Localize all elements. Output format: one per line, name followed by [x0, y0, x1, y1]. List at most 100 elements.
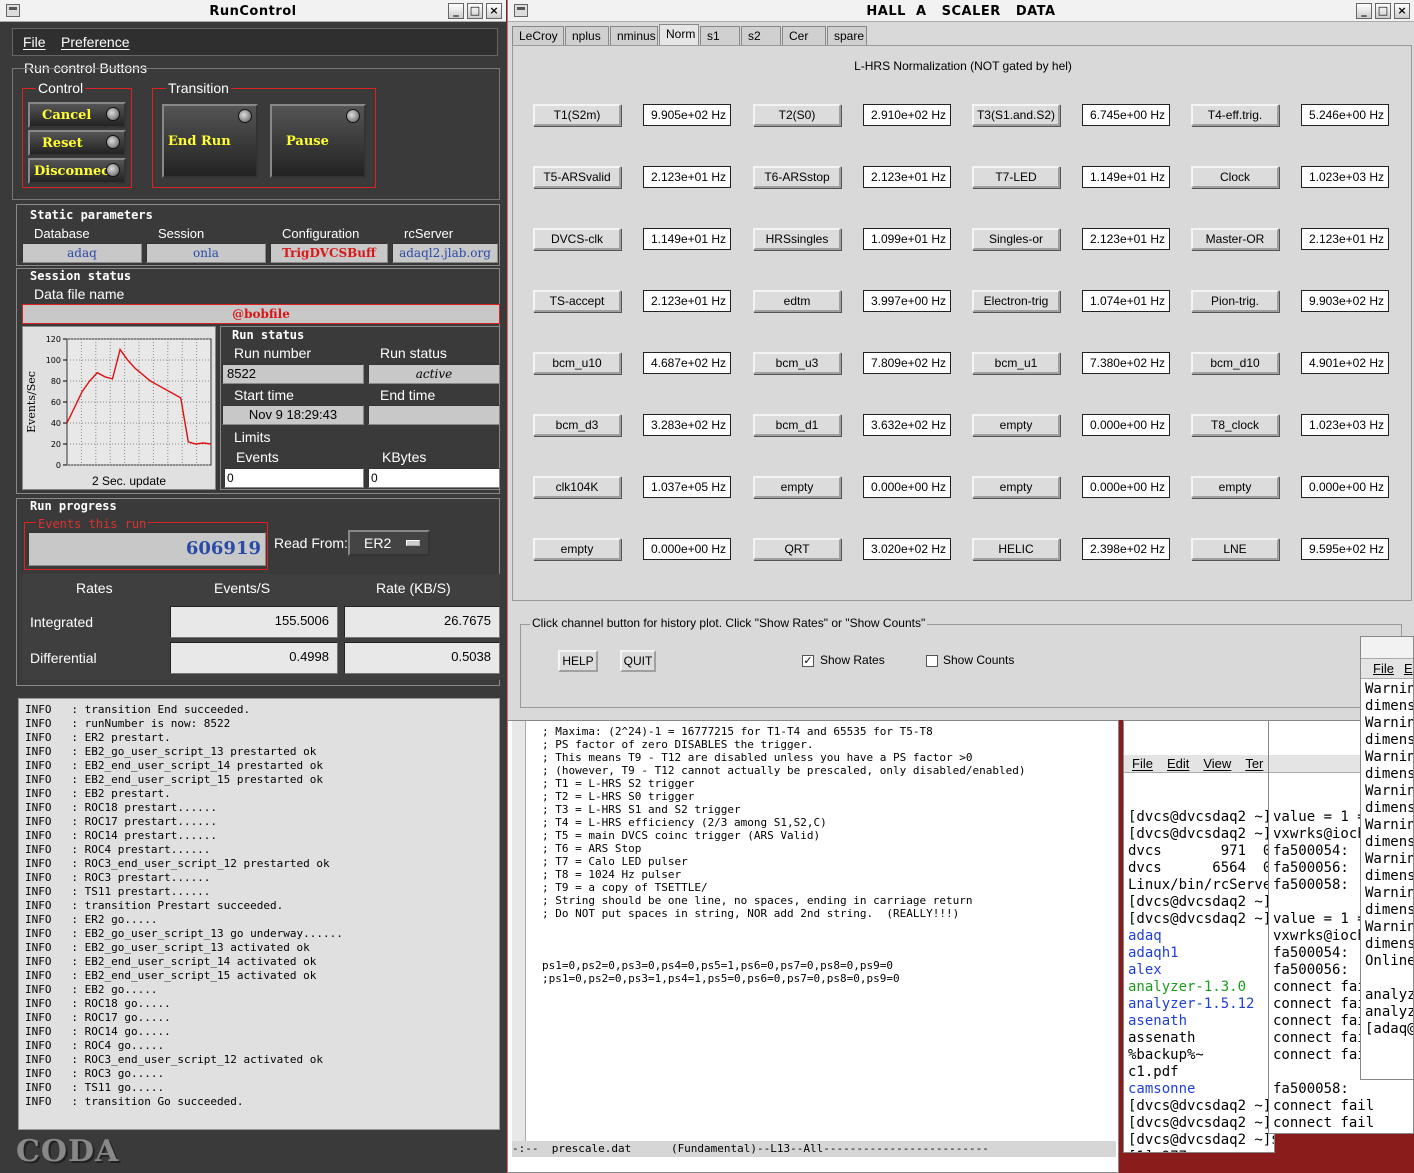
channel-button[interactable]: T4-eff.trig. [1191, 104, 1279, 126]
channel-button[interactable]: DVCS-clk [533, 228, 621, 250]
tab-s2[interactable]: s2 [741, 26, 781, 45]
start-time-value: Nov 9 18:29:43 [222, 405, 364, 425]
tab-cer[interactable]: Cer [782, 26, 826, 45]
channel-rate-value: 3.283e+02 Hz [643, 414, 731, 436]
tab-spare[interactable]: spare [827, 26, 867, 45]
close-icon[interactable]: × [486, 3, 502, 19]
log-line: INFO : EB2_go_user_script_13 go underway… [25, 927, 343, 940]
channel-button[interactable]: bcm_u10 [533, 352, 621, 374]
y-tick-label: 60 [51, 398, 61, 407]
editor-scrollbar[interactable] [512, 721, 526, 1141]
channel-button[interactable]: T2(S0) [753, 104, 841, 126]
show-rates-checkbox[interactable]: ✓ [802, 655, 814, 667]
minimize-icon[interactable]: _ [1356, 3, 1372, 19]
tab-lecroy[interactable]: LeCroy [512, 26, 564, 45]
maximize-icon[interactable]: □ [467, 3, 483, 19]
channel-button[interactable]: bcm_d3 [533, 414, 621, 436]
terminal-menu-item[interactable]: Edit [1167, 756, 1189, 771]
terminal-3-titlebar[interactable] [1361, 637, 1413, 659]
channel-button[interactable]: bcm_d1 [753, 414, 841, 436]
cancel-button[interactable]: Cancel [28, 102, 126, 128]
rcserver-label: rcServer [404, 226, 454, 241]
quit-button[interactable]: QUIT [620, 650, 656, 672]
channel-button[interactable]: bcm_d10 [1191, 352, 1279, 374]
terminal-line: dvcs 6564 0 [1128, 860, 1272, 876]
channel-button[interactable]: T1(S2m) [533, 104, 621, 126]
channel-button[interactable]: edtm [753, 290, 841, 312]
channel-button[interactable]: empty [972, 476, 1060, 498]
channel-button[interactable]: QRT [753, 538, 841, 560]
end-run-button[interactable]: End Run [162, 104, 258, 178]
events-per-sec-header: Events/S [214, 580, 271, 596]
events-limit-input[interactable]: 0 [224, 468, 364, 488]
channel-button[interactable]: empty [533, 538, 621, 560]
tab-nplus[interactable]: nplus [565, 26, 609, 45]
channel-button[interactable]: empty [972, 414, 1060, 436]
terminal-line: [dvcs@dvcsdaq2 ~]$ [1128, 911, 1275, 927]
channel-button[interactable]: Pion-trig. [1191, 290, 1279, 312]
read-from-select[interactable]: ER2 [348, 530, 430, 556]
help-button[interactable]: HELP [558, 650, 598, 672]
tab-norm[interactable]: Norm [659, 24, 699, 45]
show-counts-checkbox[interactable] [926, 655, 938, 667]
channel-button[interactable]: T7-LED [972, 166, 1060, 188]
limits-label: Limits [234, 429, 271, 445]
channel-button[interactable]: T6-ARSstop [753, 166, 841, 188]
terminal-menu-item[interactable]: Ter [1245, 756, 1263, 771]
channel-button[interactable]: T5-ARSvalid [533, 166, 621, 188]
disconnect-button[interactable]: Disconnect [28, 158, 126, 184]
terminal-window-1[interactable]: File Edit View Ter [dvcs@dvcsdaq2 ~]$ [dvcs@… [1123, 720, 1275, 1153]
channel-button[interactable]: HRSsingles [753, 228, 841, 250]
channel-button[interactable]: TS-accept [533, 290, 621, 312]
tab-s1[interactable]: s1 [700, 26, 740, 45]
terminal-output: Warnin dimens Warnin dimens Warnin dimens Warn… [1361, 679, 1413, 1040]
channel-button[interactable]: Master-OR [1191, 228, 1279, 250]
channel-rate-value: 1.037e+05 Hz [643, 476, 731, 498]
channel-button[interactable]: bcm_u1 [972, 352, 1060, 374]
pause-button[interactable]: Pause [270, 104, 366, 178]
menu-preference[interactable]: Preference [61, 34, 129, 50]
end-time-label: End time [380, 387, 436, 403]
close-icon[interactable]: × [1394, 3, 1410, 19]
differential-label: Differential [30, 650, 97, 666]
tab-nminus[interactable]: nminus [610, 26, 658, 45]
channel-button[interactable]: HELIC [972, 538, 1060, 560]
menu-file[interactable]: File [23, 34, 46, 50]
scaler-titlebar[interactable]: HALL A SCALER DATA _ □ × [508, 0, 1414, 22]
channel-button[interactable]: bcm_u3 [753, 352, 841, 374]
terminal-line: dimens [1365, 902, 1414, 918]
data-file-label: Data file name [34, 286, 125, 302]
channel-button[interactable]: empty [1191, 476, 1279, 498]
channel-button[interactable]: Singles-or [972, 228, 1060, 250]
terminal-menu-item[interactable]: File [1132, 756, 1153, 771]
terminal-menu-item[interactable]: View [1203, 756, 1231, 771]
terminal-window-3[interactable]: File E Warnin dimens Warnin dimens Warnin dime… [1360, 636, 1414, 1080]
minimize-icon[interactable]: _ [448, 3, 464, 19]
end-time-value [368, 405, 500, 425]
channel-button[interactable]: T8_clock [1191, 414, 1279, 436]
channel-button[interactable]: clk104K [533, 476, 621, 498]
kbytes-limit-input[interactable]: 0 [368, 468, 500, 488]
maximize-icon[interactable]: □ [1375, 3, 1391, 19]
log-line: INFO : transition Go succeeded. [25, 1095, 244, 1108]
run-log[interactable]: INFO : transition End succeeded. INFO : r… [18, 698, 500, 1130]
log-line: INFO : TS11 go..... [25, 1081, 165, 1094]
channel-button[interactable]: T3(S1.and.S2) [972, 104, 1060, 126]
channel-button[interactable]: Clock [1191, 166, 1279, 188]
terminal-menu-item[interactable]: E [1404, 661, 1413, 676]
channel-rate-value: 3.997e+00 Hz [863, 290, 951, 312]
runcontrol-titlebar[interactable]: RunControl _ □ × [0, 0, 506, 22]
terminal-menu-item[interactable]: File [1373, 661, 1394, 676]
log-line: INFO : ROC18 prestart...... [25, 801, 218, 814]
reset-button[interactable]: Reset [28, 130, 126, 156]
editor-text[interactable]: ; Maxima: (2^24)-1 = 16777215 for T1-T4 … [542, 725, 1025, 985]
channel-button[interactable]: LNE [1191, 538, 1279, 560]
run-status-value: active [368, 364, 500, 384]
channel-button[interactable]: Electron-trig [972, 290, 1060, 312]
integrated-kb-rate: 26.7675 [344, 606, 500, 638]
log-line: INFO : ROC14 go..... [25, 1025, 171, 1038]
scaler-title: HALL A SCALER DATA [866, 4, 1056, 19]
disconnect-button-label: Disconnect [34, 164, 116, 179]
channel-button[interactable]: empty [753, 476, 841, 498]
led-indicator-icon [106, 107, 120, 121]
